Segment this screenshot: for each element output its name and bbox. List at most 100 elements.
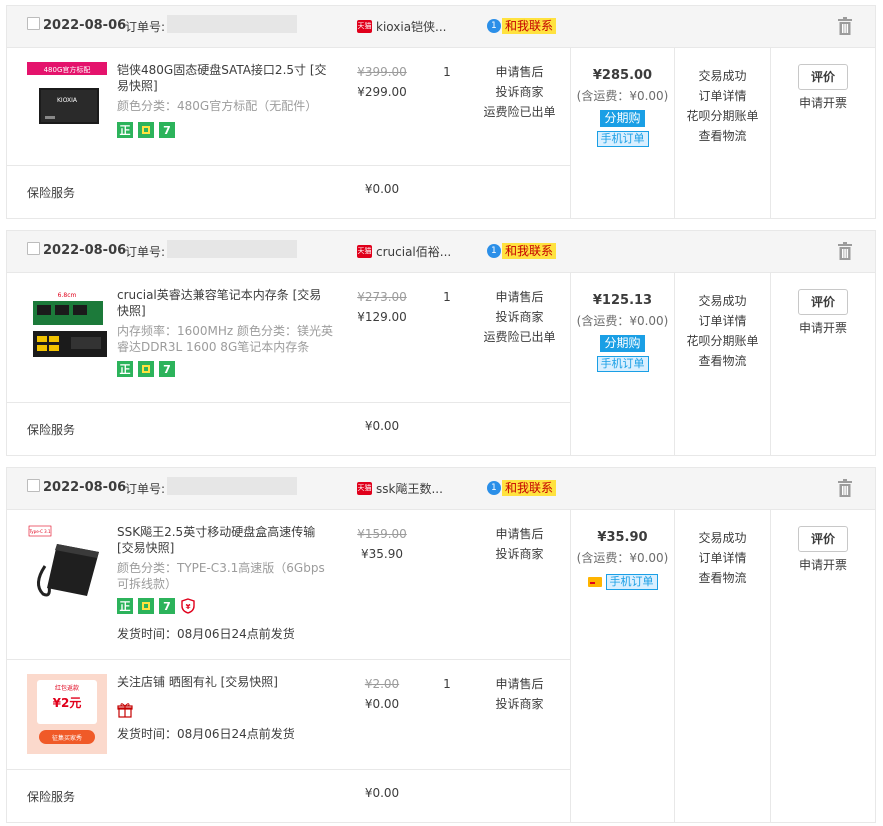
- ops-column: 评价 申请开票: [771, 510, 875, 822]
- order-detail-link[interactable]: 订单详情: [675, 311, 770, 331]
- seven-day-return-icon[interactable]: 7: [159, 122, 175, 138]
- promo-button: 征集买家秀: [52, 734, 82, 742]
- thumb-label: Type-C 3.1: [28, 529, 51, 534]
- after-sale-link[interactable]: 申请售后: [477, 674, 562, 694]
- after-sale-link[interactable]: 申请售后: [477, 287, 562, 307]
- wangwang-icon: [487, 244, 501, 258]
- shipping-fee: (含运费：¥0.00): [576, 89, 669, 103]
- complain-link[interactable]: 投诉商家: [477, 82, 562, 102]
- quantity: 1: [443, 65, 451, 79]
- invoice-link[interactable]: 申请开票: [771, 319, 875, 337]
- warranty-icon[interactable]: [138, 361, 154, 377]
- after-sale-link[interactable]: 申请售后: [477, 524, 562, 544]
- huabei-bill-link[interactable]: 花呗分期账单: [675, 106, 770, 126]
- order-checkbox[interactable]: [27, 17, 40, 30]
- complain-link[interactable]: 投诉商家: [477, 544, 562, 564]
- ops-column: 评价 申请开票: [771, 273, 875, 455]
- invoice-link[interactable]: 申请开票: [771, 94, 875, 112]
- trash-icon[interactable]: [837, 479, 853, 497]
- order-total: ¥35.90: [597, 530, 648, 545]
- order-checkbox[interactable]: [27, 242, 40, 255]
- contact-label: 和我联系: [502, 18, 557, 34]
- promo-amount: ¥2元: [53, 696, 82, 710]
- invoice-link[interactable]: 申请开票: [771, 556, 875, 574]
- unit-price: ¥159.00 ¥35.90: [347, 524, 417, 564]
- contact-seller-button[interactable]: 和我联系: [487, 480, 557, 496]
- order-checkbox[interactable]: [27, 479, 40, 492]
- logistics-link[interactable]: 查看物流: [675, 351, 770, 371]
- shop-name: crucial佰裕...: [376, 245, 452, 259]
- logistics-link[interactable]: 查看物流: [675, 568, 770, 588]
- order-body: 6.8cm crucial英睿达兼容笔记本内存条 [交易快照] 内存频率：160…: [7, 273, 875, 455]
- after-sale-link[interactable]: 申请售后: [477, 62, 562, 82]
- order-detail-link[interactable]: 订单详情: [675, 86, 770, 106]
- shield-icon[interactable]: ¥: [180, 598, 196, 614]
- service-badges: 正 7 ¥: [117, 598, 201, 614]
- authentic-icon[interactable]: 正: [117, 361, 133, 377]
- rate-button[interactable]: 评价: [798, 64, 848, 90]
- logistics-link[interactable]: 查看物流: [675, 126, 770, 146]
- seven-day-return-icon[interactable]: 7: [159, 361, 175, 377]
- order-number-masked: [167, 477, 297, 495]
- product-image[interactable]: 6.8cm: [27, 287, 107, 367]
- order-header: 2022-08-06 订单号: 天猫 kioxia铠侠... 和我联系: [7, 6, 875, 48]
- shop-link[interactable]: 天猫 ssk飚王数...: [357, 480, 443, 497]
- product-spec: 颜色分类：TYPE-C3.1高速版（6Gbps可拆线款）: [117, 561, 325, 591]
- shipping-insurance-link[interactable]: 运费险已出单: [477, 327, 562, 347]
- list-item: 6.8cm crucial英睿达兼容笔记本内存条 [交易快照] 内存频率：160…: [7, 273, 570, 403]
- product-title[interactable]: crucial英睿达兼容笔记本内存条 [交易快照]: [117, 287, 332, 319]
- thumb-label: 6.8cm: [58, 292, 77, 299]
- complain-link[interactable]: 投诉商家: [477, 694, 562, 714]
- order-detail-link[interactable]: 订单详情: [675, 548, 770, 568]
- contact-label: 和我联系: [502, 480, 557, 496]
- thumb-label: 480G官方标配: [44, 65, 91, 74]
- warranty-icon[interactable]: [138, 122, 154, 138]
- trade-status: 交易成功: [698, 69, 747, 83]
- product-title[interactable]: SSK飚王2.5英寸移动硬盘盒高速传输 [交易快照]: [117, 524, 332, 556]
- product-title[interactable]: 铠侠480G固态硬盘SATA接口2.5寸 [交易快照]: [117, 62, 332, 94]
- list-item: 480G官方标配 KIOXIA 铠侠480G固态硬盘SATA接口2.5寸 [交易…: [7, 48, 570, 166]
- insurance-row: 保险服务 ¥0.00: [7, 770, 570, 822]
- list-item: Type-C 3.1 SSK飚王2.5英寸移动硬盘盒高速传输 [交易快照] 颜色…: [7, 510, 570, 660]
- warranty-icon[interactable]: [138, 598, 154, 614]
- tmall-icon: 天猫: [357, 482, 372, 495]
- contact-seller-button[interactable]: 和我联系: [487, 243, 557, 259]
- shop-name: ssk飚王数...: [376, 482, 443, 496]
- service-links: 申请售后 投诉商家 运费险已出单: [477, 287, 562, 347]
- rate-button[interactable]: 评价: [798, 526, 848, 552]
- insurance-price: ¥0.00: [364, 786, 400, 800]
- order-number-masked: [167, 15, 297, 33]
- contact-label: 和我联系: [502, 243, 557, 259]
- trash-icon[interactable]: [837, 242, 853, 260]
- tmall-icon: 天猫: [357, 245, 372, 258]
- actual-price: ¥129.00: [357, 310, 407, 324]
- order-card: 2022-08-06 订单号: 天猫 crucial佰裕... 和我联系 6.8…: [6, 230, 876, 456]
- authentic-icon[interactable]: 正: [117, 122, 133, 138]
- contact-seller-button[interactable]: 和我联系: [487, 18, 557, 34]
- product-title[interactable]: 关注店铺 晒图有礼 [交易快照]: [117, 674, 332, 690]
- installment-tag[interactable]: 分期购: [600, 335, 645, 352]
- list-item: 红包返款 ¥2元 征集买家秀 关注店铺 晒图有礼 [交易快照] 发货时间：08月…: [7, 660, 570, 770]
- rate-button[interactable]: 评价: [798, 289, 848, 315]
- quantity: 1: [443, 290, 451, 304]
- order-card: 2022-08-06 订单号: 天猫 ssk飚王数... 和我联系 T: [6, 467, 876, 823]
- insurance-price: ¥0.00: [364, 419, 400, 433]
- installment-tag[interactable]: 分期购: [600, 110, 645, 127]
- product-image[interactable]: 480G官方标配 KIOXIA: [27, 62, 107, 142]
- status-column: 交易成功 订单详情 查看物流: [675, 510, 771, 822]
- authentic-icon[interactable]: 正: [117, 598, 133, 614]
- service-links: 申请售后 投诉商家 运费险已出单: [477, 62, 562, 122]
- trash-icon[interactable]: [837, 17, 853, 35]
- promo-image[interactable]: 红包返款 ¥2元 征集买家秀: [27, 674, 107, 754]
- shop-link[interactable]: 天猫 kioxia铠侠...: [357, 18, 447, 35]
- seven-day-return-icon[interactable]: 7: [159, 598, 175, 614]
- shop-link[interactable]: 天猫 crucial佰裕...: [357, 243, 451, 260]
- shipping-insurance-link[interactable]: 运费险已出单: [477, 102, 562, 122]
- insurance-row: 保险服务 ¥0.00: [7, 403, 570, 455]
- huabei-bill-link[interactable]: 花呗分期账单: [675, 331, 770, 351]
- product-image[interactable]: Type-C 3.1: [27, 524, 107, 604]
- gift-icon[interactable]: [117, 702, 133, 718]
- order-header: 2022-08-06 订单号: 天猫 ssk飚王数... 和我联系: [7, 468, 875, 510]
- complain-link[interactable]: 投诉商家: [477, 307, 562, 327]
- original-price: ¥159.00: [357, 527, 407, 541]
